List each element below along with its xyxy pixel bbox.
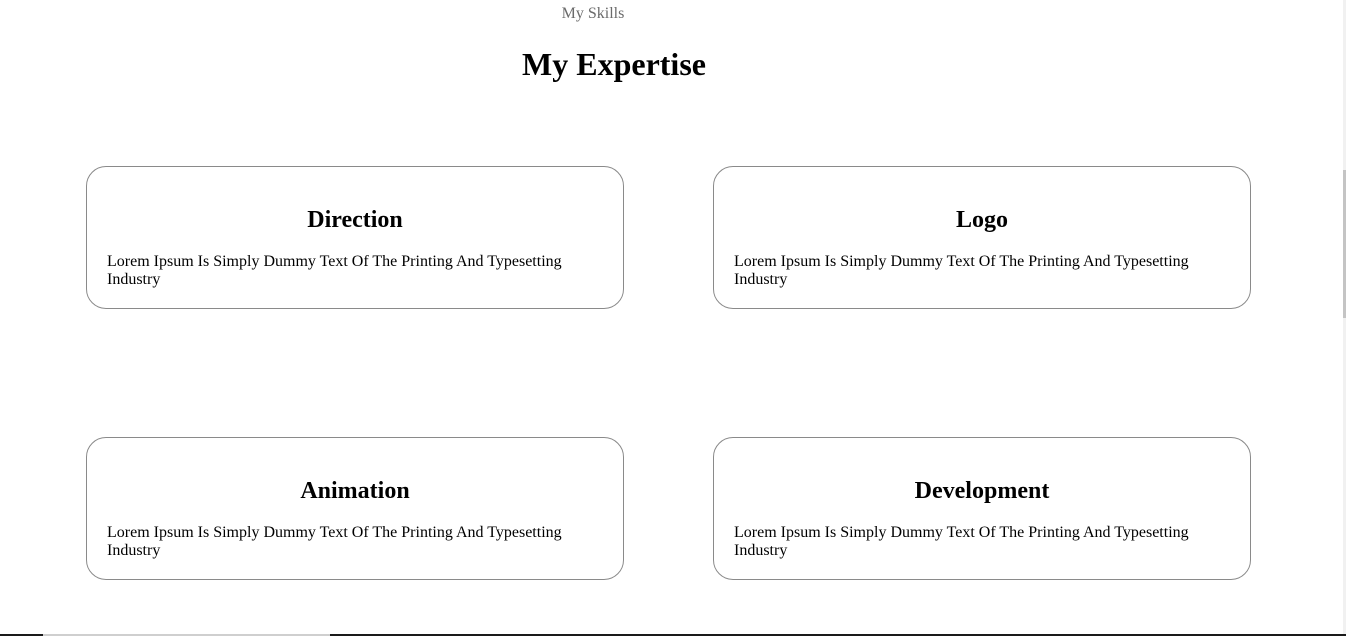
expertise-card-development: Development Lorem Ipsum Is Simply Dummy … xyxy=(713,437,1251,580)
card-description: Lorem Ipsum Is Simply Dummy Text Of The … xyxy=(107,524,562,559)
section-eyebrow: My Skills xyxy=(561,5,625,22)
card-title: Direction xyxy=(307,207,403,233)
card-description: Lorem Ipsum Is Simply Dummy Text Of The … xyxy=(107,253,562,288)
card-title: Animation xyxy=(300,478,410,504)
card-title: Logo xyxy=(955,207,1008,233)
expertise-card-direction: Direction Lorem Ipsum Is Simply Dummy Te… xyxy=(86,166,624,309)
card-title: Development xyxy=(914,478,1050,504)
page-title: My Expertise xyxy=(522,46,706,82)
card-description: Lorem Ipsum Is Simply Dummy Text Of The … xyxy=(734,253,1189,288)
expertise-card-logo: Logo Lorem Ipsum Is Simply Dummy Text Of… xyxy=(713,166,1251,309)
expertise-card-animation: Animation Lorem Ipsum Is Simply Dummy Te… xyxy=(86,437,624,580)
card-description: Lorem Ipsum Is Simply Dummy Text Of The … xyxy=(734,524,1189,559)
